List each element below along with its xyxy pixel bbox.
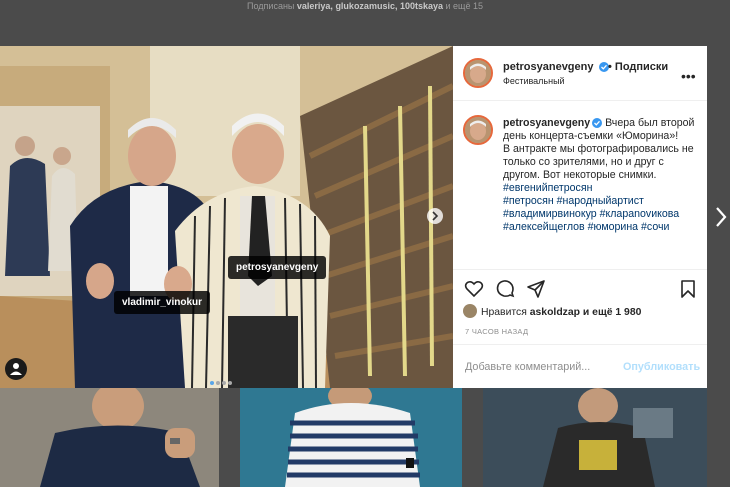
carousel-next-button[interactable] [427,208,443,224]
chevron-right-icon [432,211,439,221]
post-caption: petrosyanevgeny Вчера был второй день ко… [503,117,699,234]
hashtag[interactable]: #владимирвинокур [503,208,597,220]
hashtag[interactable]: #алексейщеглов [503,221,585,233]
carousel-dots [210,372,242,385]
user-tag-icon[interactable] [5,358,27,380]
caption-author-text[interactable]: petrosyanevgeny [503,117,590,129]
caption-author[interactable]: petrosyanevgeny [503,117,603,129]
carousel-dot [228,381,232,385]
post-modal: vladimir_vinokur petrosyanevgeny petrosy… [0,46,707,388]
avatar-image [465,117,491,143]
post-photo[interactable]: vladimir_vinokur petrosyanevgeny [0,46,453,388]
hashtag[interactable]: #юморина [588,221,638,233]
grid-thumbnail[interactable] [483,388,707,487]
post-author-username[interactable]: petrosyanevgeny [503,61,609,73]
divider [453,344,707,345]
thumbnail-image [240,388,462,487]
avatar[interactable] [463,58,493,88]
post-location[interactable]: Фестивальный [503,76,565,86]
publish-button[interactable]: Опубликовать [623,361,700,373]
followed-by-suffix[interactable]: и ещё 15 [446,1,483,11]
user-tag-petrosyan[interactable]: petrosyanevgeny [228,256,327,279]
carousel-dot [222,381,226,385]
likes-line: Нравится askoldzap и ещё 1 980 [463,304,641,318]
post-timestamp[interactable]: 7 ЧАСОВ НАЗАД [465,327,528,336]
heart-icon[interactable] [464,279,484,299]
hashtag[interactable]: #петросян [503,195,554,207]
following-label[interactable]: Подписки [615,61,668,73]
chevron-right-icon[interactable] [714,205,728,229]
caption-text: В антракте мы фотографировались не тольк… [503,143,694,181]
following-button[interactable]: • Подписки [608,61,668,73]
comment-input[interactable]: Добавьте комментарий... [465,361,590,373]
followed-by-names[interactable]: valeriya, glukozamusic, 100tskaya [297,1,443,11]
carousel-dot [216,381,220,385]
user-tag-vinokur[interactable]: vladimir_vinokur [114,291,211,314]
verified-icon [592,118,603,128]
divider [453,269,707,270]
grid-thumbnail[interactable] [240,388,462,487]
grid-thumbnail[interactable] [0,388,219,487]
share-icon[interactable] [526,279,546,299]
comment-icon[interactable] [495,279,515,299]
photo-image [0,46,453,388]
thumbnail-image [0,388,219,487]
bookmark-icon[interactable] [678,279,698,299]
action-bar [464,279,704,301]
post-side-panel: petrosyanevgeny • Подписки Фестивальный … [453,46,707,388]
likes-prefix: Нравится [481,307,527,318]
carousel-dot [210,381,214,385]
avatar[interactable] [463,115,493,145]
liker-username[interactable]: askoldzap [530,307,580,318]
liker-avatar[interactable] [463,304,477,318]
followed-by-caption: Подписаны valeriya, glukozamusic, 100tsk… [0,0,730,15]
hashtag[interactable]: #евгенийпетросян [503,182,592,194]
post-header: petrosyanevgeny • Подписки Фестивальный … [453,46,707,101]
username-text[interactable]: petrosyanevgeny [503,61,593,73]
thumbnail-image [483,388,707,487]
hashtag[interactable]: #сочи [641,221,669,233]
more-icon[interactable]: ••• [681,68,696,84]
hashtag[interactable]: #народныйартист [557,195,644,207]
likes-count[interactable]: и ещё 1 980 [583,307,642,318]
avatar-image [465,60,491,86]
hashtag[interactable]: #клараnovикова [600,208,680,220]
followed-by-prefix: Подписаны [247,1,295,11]
person-icon [10,363,22,375]
